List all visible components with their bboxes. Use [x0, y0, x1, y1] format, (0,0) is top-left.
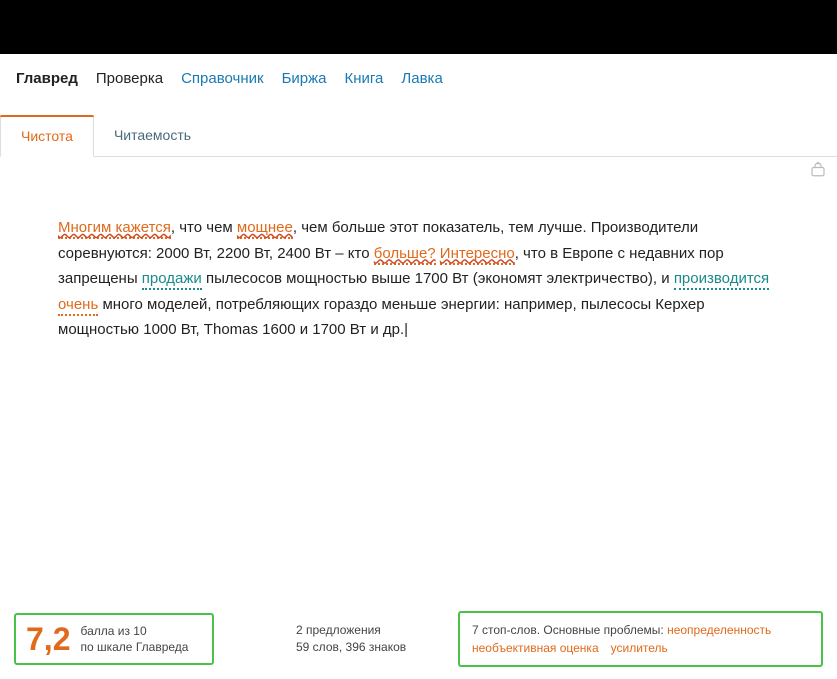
highlight-subjective[interactable]: больше? — [374, 245, 436, 265]
share-icon[interactable] — [809, 160, 827, 180]
score-label-line1: балла из 10 — [80, 623, 188, 639]
footer: 7,2 балла из 10 по шкале Главреда 2 пред… — [14, 611, 823, 667]
highlight-syntax[interactable]: производится — [674, 270, 769, 290]
stats-sentences: 2 предложения — [296, 622, 446, 639]
problem-link-intensifier[interactable]: усилитель — [611, 641, 668, 655]
problems-box: 7 стоп-слов. Основные проблемы: неопреде… — [458, 611, 823, 667]
score-label-line2: по шкале Главреда — [80, 639, 188, 655]
brand[interactable]: Главред — [16, 70, 78, 87]
tab-readability[interactable]: Читаемость — [94, 115, 211, 156]
stats-words: 59 слов, 396 знаков — [296, 639, 446, 656]
tab-cleanliness[interactable]: Чистота — [0, 115, 94, 157]
tabs: Чистота Читаемость — [0, 115, 837, 157]
score-box: 7,2 балла из 10 по шкале Главреда — [14, 613, 214, 665]
main-nav: Главред Проверка Справочник Биржа Книга … — [0, 54, 837, 87]
highlight-subjective[interactable]: Интересно — [440, 245, 515, 265]
nav-check[interactable]: Проверка — [96, 70, 163, 87]
problem-link-subjectivity[interactable]: необъективная оценка — [472, 641, 599, 655]
editor-area[interactable]: Многим кажется, что чем мощнее, чем боль… — [0, 157, 837, 363]
text: пылесосов мощностью выше 1700 Вт (эконом… — [202, 270, 674, 287]
window-top-blackbar — [0, 0, 837, 54]
nav-shop[interactable]: Лавка — [401, 70, 442, 87]
highlight-syntax[interactable]: продажи — [142, 270, 202, 290]
nav-exchange[interactable]: Биржа — [282, 70, 327, 87]
text: много моделей, потребляющих гораздо мень… — [58, 296, 705, 339]
text: , что чем — [171, 219, 237, 236]
highlight-subjective[interactable]: мощнее — [237, 219, 293, 239]
score-value: 7,2 — [26, 623, 70, 655]
highlight-intensifier[interactable]: очень — [58, 296, 98, 316]
problems-lead: 7 стоп-слов. Основные проблемы: — [472, 623, 667, 637]
nav-book[interactable]: Книга — [345, 70, 384, 87]
nav-reference[interactable]: Справочник — [181, 70, 264, 87]
problem-link-vagueness[interactable]: неопределенность — [667, 623, 771, 637]
score-label: балла из 10 по шкале Главреда — [80, 623, 188, 655]
stats: 2 предложения 59 слов, 396 знаков — [296, 622, 446, 656]
highlight-subjective[interactable]: Многим кажется — [58, 219, 171, 239]
